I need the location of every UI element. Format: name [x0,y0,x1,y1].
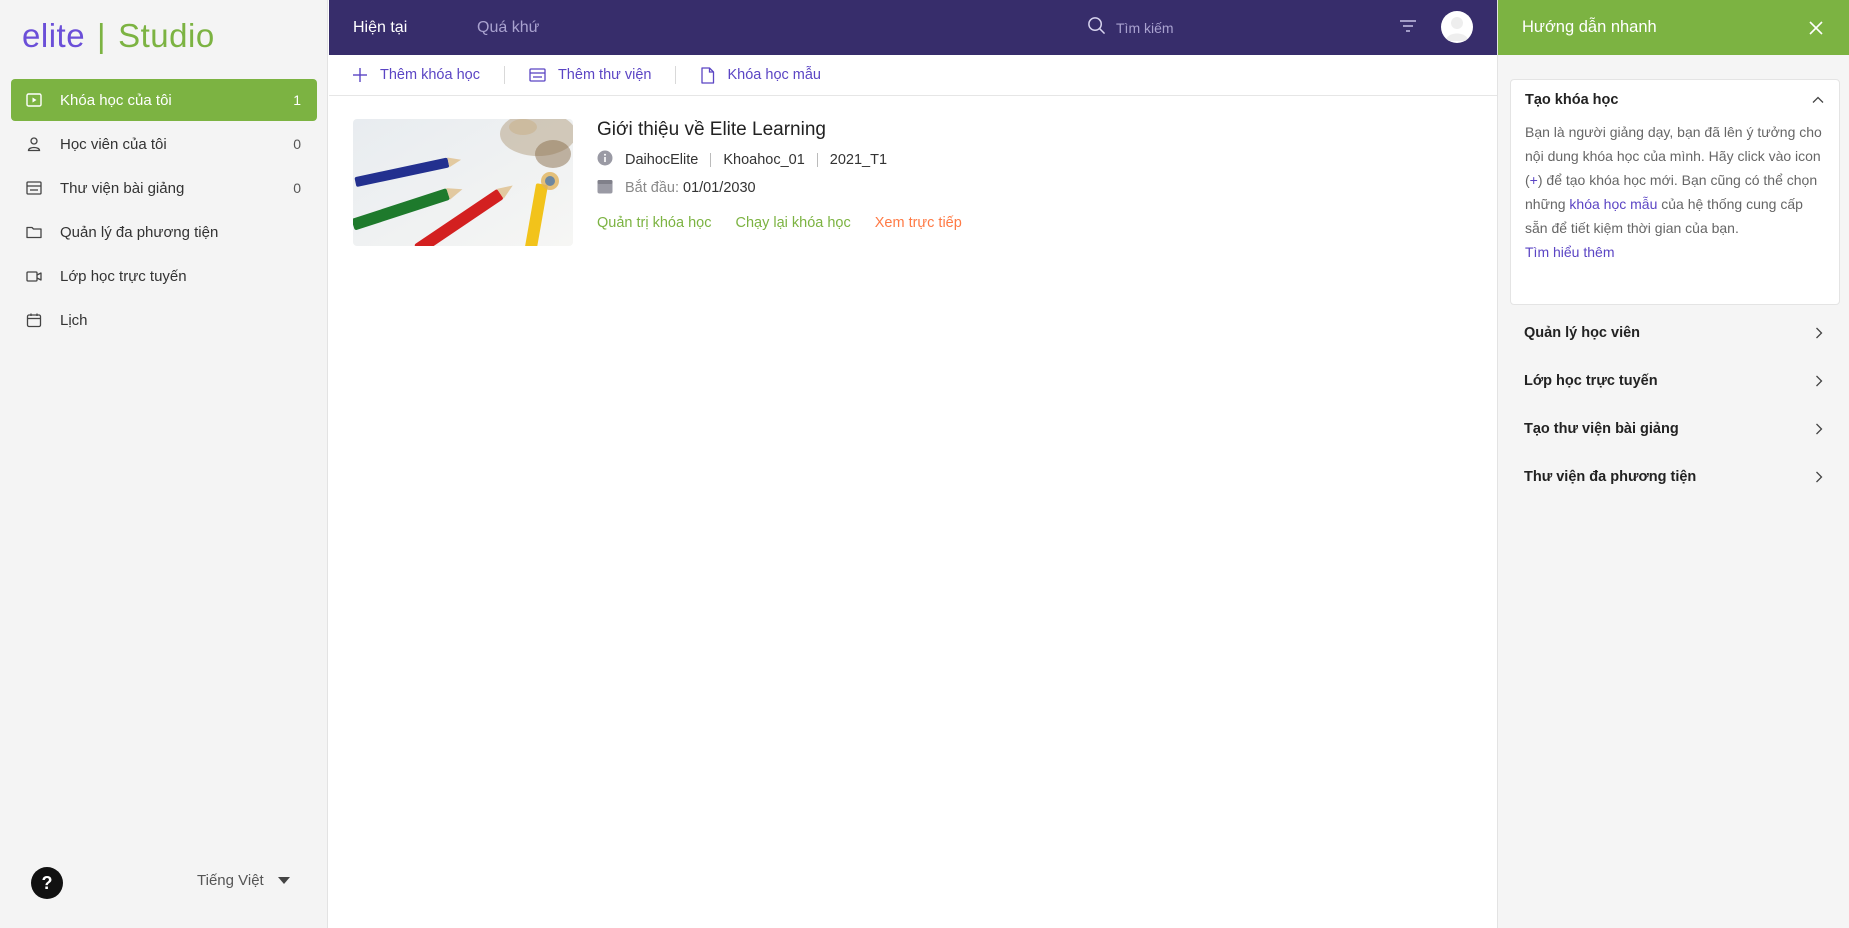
document-icon [701,66,715,84]
course-thumbnail[interactable] [353,119,573,246]
chevron-right-icon [1816,423,1823,435]
manage-course-link[interactable]: Quản trị khóa học [597,215,711,231]
info-icon [597,150,613,170]
tab-past[interactable]: Quá khứ [477,0,539,55]
sidebar-item-label: Thư viện bài giảng [60,179,185,197]
template-course-link[interactable]: khóa học mẫu [1569,196,1657,212]
template-course-label: Khóa học mẫu [727,67,821,83]
quick-guide-panel: Hướng dẫn nhanh Tạo khóa học Bạn là ngườ… [1497,0,1849,928]
plus-icon: + [1529,172,1538,188]
sidebar-nav: Khóa học của tôi 1 Học viên của tôi 0 Th… [11,79,317,343]
guide-section-title: Thư viện đa phương tiện [1524,469,1697,485]
sidebar-item-count: 0 [293,180,301,196]
search-box[interactable]: Tìm kiếm [1087,16,1347,40]
toolbar-divider [503,66,505,84]
course-actions: Quản trị khóa học Chạy lại khóa học Xem … [597,215,986,231]
preview-course-link[interactable]: Xem trực tiếp [875,215,962,231]
user-icon [25,135,43,153]
logo-studio: Studio [118,17,215,54]
guide-section-title: Lớp học trực tuyến [1524,373,1658,389]
guide-section-media-library[interactable]: Thư viện đa phương tiện [1510,457,1840,497]
sidebar-item-count: 1 [293,92,301,108]
logo-lite: lite [40,17,86,54]
play-square-icon [25,91,43,109]
course-meta: DaihocElite Khoahoc_01 2021_T1 [597,150,887,170]
filter-icon[interactable] [1398,16,1420,38]
guide-section-manage-students[interactable]: Quản lý học viên [1510,313,1840,353]
video-camera-icon [25,267,43,285]
library-icon [25,179,43,197]
guide-section-title: Tạo thư viện bài giảng [1524,421,1679,437]
chevron-right-icon [1816,471,1823,483]
sidebar-item-label: Khóa học của tôi [60,91,172,109]
learn-more-link[interactable]: Tìm hiểu thêm [1525,240,1825,264]
sidebar-item-label: Học viên của tôi [60,135,167,153]
logo-e: e [22,17,41,54]
guide-section-create-course: Tạo khóa học Bạn là người giảng dạy, bạn… [1510,79,1840,305]
sidebar-item-label: Quản lý đa phương tiện [60,223,219,241]
meta-divider [816,153,818,167]
toolbar-divider [675,66,677,84]
guide-section-body: Bạn là người giảng dạy, bạn đã lên ý tưở… [1525,120,1825,264]
course-card: Giới thiệu về Elite Learning DaihocElite… [353,119,1253,247]
calendar-icon [25,311,43,329]
start-date: 01/01/2030 [683,180,756,196]
add-library-button[interactable]: Thêm thư viện [529,67,652,83]
calendar-icon [597,178,613,198]
guide-section-create-library[interactable]: Tạo thư viện bài giảng [1510,409,1840,449]
action-toolbar: Thêm khóa học Thêm thư viện Khóa học mẫu [329,55,1497,96]
rerun-course-link[interactable]: Chạy lại khóa học [735,215,850,231]
guide-section-online-class[interactable]: Lớp học trực tuyến [1510,361,1840,401]
add-course-button[interactable]: Thêm khóa học [352,67,480,83]
language-select[interactable]: Tiếng Việt [197,872,290,889]
quick-guide-header: Hướng dẫn nhanh [1498,0,1849,55]
language-label: Tiếng Việt [197,872,264,889]
quick-guide-title: Hướng dẫn nhanh [1522,18,1657,36]
course-start: Bắt đầu: 01/01/2030 [597,178,756,198]
sidebar: e lite | Studio Khóa học của tôi 1 Học viên… [0,0,328,928]
close-icon[interactable] [1807,19,1825,37]
sidebar-item-media-manager[interactable]: Quản lý đa phương tiện [11,211,317,253]
logo-separator: | [97,17,107,54]
add-library-label: Thêm thư viện [557,67,652,83]
start-label: Bắt đầu: [625,180,680,196]
search-icon [1087,16,1106,40]
course-title[interactable]: Giới thiệu về Elite Learning [597,119,826,141]
sidebar-item-count: 0 [293,136,301,152]
sidebar-item-online-class[interactable]: Lớp học trực tuyến [11,255,317,297]
sidebar-item-my-courses[interactable]: Khóa học của tôi 1 [11,79,317,121]
chevron-right-icon [1816,375,1823,387]
plus-icon [353,68,367,82]
library-icon [529,68,546,82]
search-input[interactable]: Tìm kiếm [1116,20,1174,36]
sidebar-item-my-students[interactable]: Học viên của tôi 0 [11,123,317,165]
help-button[interactable]: ? [31,867,63,899]
course-code: Khoahoc_01 [723,152,805,168]
meta-divider [710,153,712,167]
folder-icon [25,223,43,241]
sidebar-item-calendar[interactable]: Lịch [11,299,317,341]
guide-section-title: Quản lý học viên [1524,325,1641,341]
top-bar: Hiện tại Quá khứ Tìm kiếm [329,0,1497,55]
chevron-up-icon [1812,96,1824,103]
app-logo[interactable]: e lite | Studio [22,16,215,56]
course-term: 2021_T1 [829,152,888,168]
sidebar-item-label: Lớp học trực tuyến [60,267,187,285]
template-course-button[interactable]: Khóa học mẫu [700,66,821,84]
course-org: DaihocElite [625,152,699,168]
user-avatar[interactable] [1441,11,1473,43]
guide-section-title: Tạo khóa học [1525,92,1619,108]
sidebar-item-lecture-library[interactable]: Thư viện bài giảng 0 [11,167,317,209]
add-course-label: Thêm khóa học [380,67,480,83]
sidebar-item-label: Lịch [60,311,88,329]
tab-current[interactable]: Hiện tại [353,0,407,55]
guide-section-header[interactable]: Tạo khóa học [1525,80,1825,120]
chevron-right-icon [1816,327,1823,339]
caret-down-icon [277,877,290,884]
